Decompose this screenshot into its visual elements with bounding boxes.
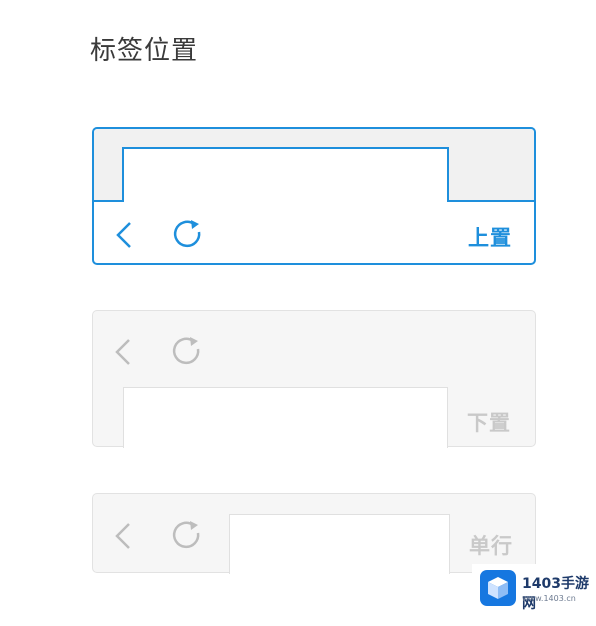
watermark: 1403手游网 www.1403.cn <box>472 564 596 614</box>
option-label: 下置 <box>467 411 511 435</box>
back-icon <box>107 518 143 554</box>
refresh-icon <box>169 518 205 554</box>
tab-preview <box>123 387 448 448</box>
box-logo-icon <box>480 570 516 606</box>
back-icon <box>107 334 143 370</box>
refresh-icon <box>169 334 205 370</box>
active-tab <box>122 147 449 202</box>
tab-position-bottom-option[interactable]: 下置 <box>92 310 536 448</box>
tab-position-top-option[interactable]: 上置 <box>92 127 536 265</box>
watermark-url: www.1403.cn <box>522 594 576 603</box>
back-icon <box>108 217 144 253</box>
tab-strip-border <box>447 200 534 202</box>
page-title: 标签位置 <box>90 36 199 66</box>
tab-strip-border <box>94 200 124 202</box>
tab-position-single-row-option[interactable]: 单行 <box>92 493 536 574</box>
option-label: 上置 <box>468 226 512 250</box>
tab-preview <box>229 514 450 574</box>
option-label: 单行 <box>469 534 513 558</box>
refresh-icon <box>170 217 206 253</box>
watermark-brand: 1403手游网 <box>522 576 589 612</box>
